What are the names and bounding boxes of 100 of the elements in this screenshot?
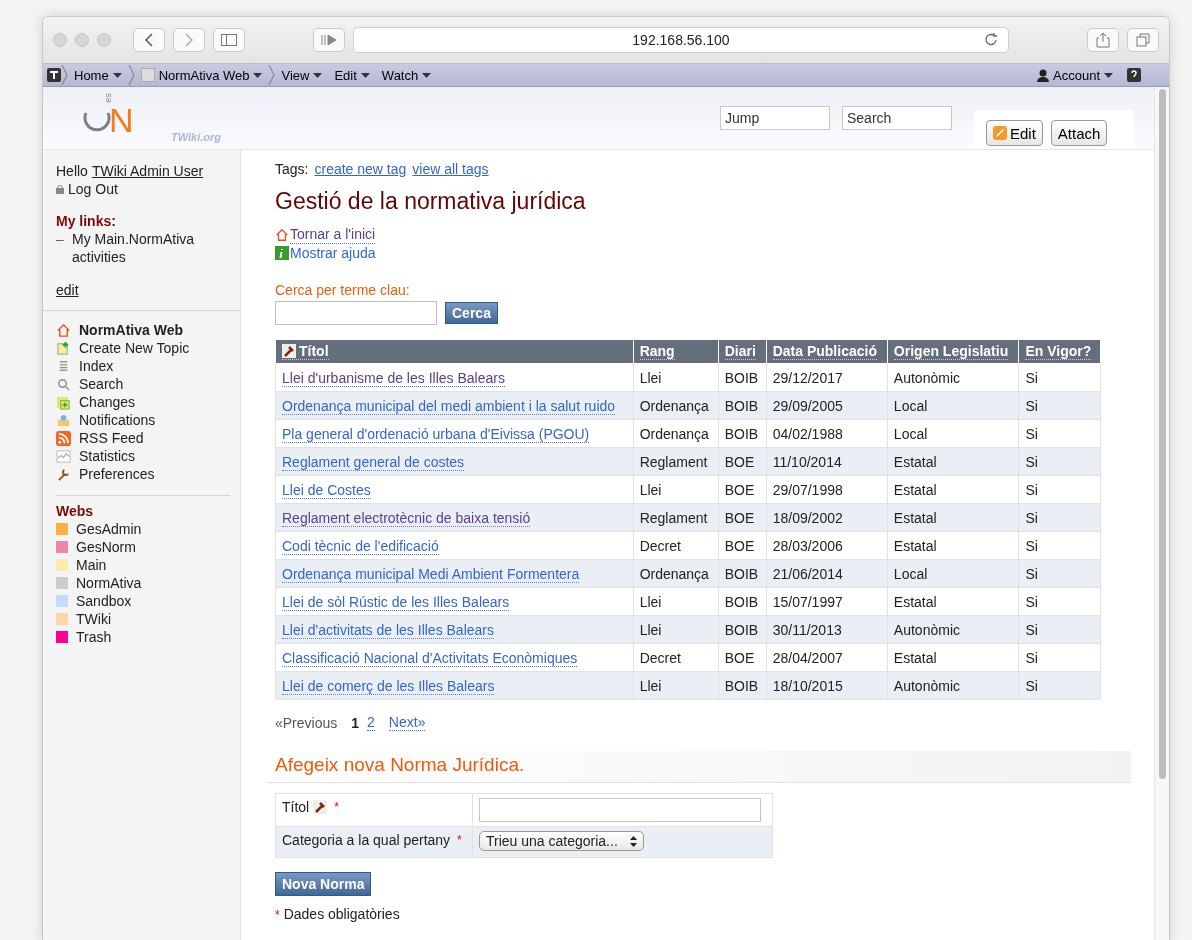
category-select[interactable]: Trieu una categoria... (479, 831, 644, 851)
page-link[interactable]: 2 (367, 714, 375, 731)
norm-link[interactable]: Llei de Costes (282, 481, 371, 499)
table-cell: 18/10/2015 (766, 671, 888, 700)
web-link[interactable]: GesNorm (56, 538, 230, 556)
norm-link[interactable]: Reglament electrotècnic de baixa tensió (282, 509, 531, 527)
menu-item[interactable]: View (275, 67, 329, 83)
breadcrumb-menu[interactable]: Home (68, 67, 128, 83)
reload-icon[interactable] (984, 32, 998, 47)
share-button[interactable] (1087, 28, 1119, 52)
web-link[interactable]: Trash (56, 628, 230, 646)
tag-link[interactable]: create new tag (314, 160, 407, 178)
title-field[interactable] (479, 798, 761, 822)
web-menu-link[interactable]: Create New Topic (56, 339, 230, 357)
address-bar[interactable]: 192.168.56.100 (353, 27, 1009, 53)
next-link[interactable]: Next» (388, 714, 426, 731)
user-link[interactable]: TWiki Admin User (91, 162, 204, 180)
activities-link[interactable]: My Main.NormAtiva activities (72, 230, 212, 266)
web-menu-link[interactable]: NormAtiva Web (56, 321, 230, 339)
table-cell: Estatal (887, 475, 1019, 504)
web-menu-link[interactable]: Changes (56, 393, 230, 411)
reader-button[interactable] (313, 28, 345, 52)
window-control[interactable] (53, 33, 67, 47)
help-icon[interactable] (1127, 68, 1141, 82)
caret-icon (253, 72, 263, 78)
norm-link[interactable]: Ordenança municipal del medi ambient i la salut ruido (282, 397, 616, 415)
column-header[interactable]: Origen Legislatiu (887, 339, 1019, 364)
search-button[interactable]: Cerca (445, 302, 498, 324)
table-cell: Si (1018, 643, 1101, 672)
web-menu-link[interactable]: Statistics (56, 447, 230, 465)
web-menu-link[interactable]: Notifications (56, 411, 230, 429)
web-icon (140, 68, 155, 82)
caret-icon (313, 72, 323, 78)
table-cell: Reglament (633, 447, 719, 476)
table-cell: Llei (633, 671, 719, 700)
label-text: Categoria a la qual pertany (282, 831, 451, 849)
web-link[interactable]: TWiki (56, 610, 230, 628)
column-header[interactable]: Data Publicació (766, 339, 888, 364)
norm-link[interactable]: Llei d'activitats de les Illes Balears (282, 621, 494, 639)
norm-link[interactable]: Llei d'urbanisme de les Illes Balears (282, 369, 505, 387)
web-link[interactable]: Main (56, 556, 230, 574)
label-text: Títol (282, 798, 310, 816)
table-cell: Estatal (887, 447, 1019, 476)
account-menu[interactable]: Account (1031, 67, 1119, 83)
logout-link[interactable]: Log Out (68, 180, 118, 198)
attach-button[interactable]: Attach (1050, 120, 1108, 146)
norm-link[interactable]: Ordenança municipal Medi Ambient Formentera (282, 565, 580, 583)
tabs-button[interactable] (1127, 28, 1159, 52)
column-header[interactable]: Diari (718, 339, 767, 364)
web-link[interactable]: GesAdmin (56, 520, 230, 538)
edit-link[interactable]: edit (56, 282, 79, 298)
back-button[interactable] (133, 28, 165, 52)
window-control[interactable] (97, 33, 111, 47)
table-cell: Si (1018, 671, 1101, 700)
table-cell: Si (1018, 503, 1101, 532)
web-menu-link[interactable]: Preferences (56, 465, 230, 483)
web-link[interactable]: Sandbox (56, 592, 230, 610)
edit-button[interactable]: Edit (986, 120, 1043, 146)
chevron-icon (127, 65, 135, 85)
forward-icon (185, 33, 193, 47)
column-header[interactable]: En Vigor? (1018, 339, 1101, 364)
new-norm-button[interactable]: Nova Norma (275, 872, 372, 896)
scrollbar[interactable] (1154, 87, 1169, 940)
menu-item[interactable]: Watch (375, 67, 438, 83)
norm-link[interactable]: Codi tècnic de l'edificació (282, 537, 439, 555)
norm-link[interactable]: Llei de sòl Rústic de les Illes Balears (282, 593, 510, 611)
tabs-icon (1136, 33, 1150, 47)
table-cell: Autonòmic (887, 671, 1019, 700)
norm-link[interactable]: Llei de comerç de les Illes Balears (282, 677, 495, 695)
table-cell: Llei (633, 475, 719, 504)
web-menu-link[interactable]: RSS Feed (56, 429, 230, 447)
rss-icon (56, 430, 71, 446)
search-field[interactable]: Search (842, 106, 952, 130)
web-link[interactable]: NormAtiva (56, 574, 230, 592)
gavel-icon (282, 344, 296, 358)
tag-link[interactable]: view all tags (412, 160, 489, 178)
gavel-icon (313, 800, 328, 814)
house-icon (56, 322, 71, 338)
page-link[interactable]: 1 (351, 714, 360, 731)
nav-link[interactable]: Mostrar ajuda (290, 244, 376, 262)
keyword-field[interactable] (275, 301, 437, 325)
web-menu-link[interactable]: Search (56, 375, 230, 393)
forward-button[interactable] (173, 28, 205, 52)
greeting-text: Hello (56, 162, 88, 180)
web-menu-link[interactable]: Index (56, 357, 230, 375)
norm-link[interactable]: Reglament general de costes (282, 453, 465, 471)
window-control[interactable] (75, 33, 89, 47)
changes-icon (56, 394, 71, 410)
jump-field[interactable]: Jump (720, 106, 830, 130)
column-header[interactable]: Títol (275, 339, 634, 364)
caret-icon (1104, 72, 1113, 78)
menu-item[interactable]: Edit (328, 67, 376, 83)
norm-link[interactable]: Classificació Nacional d'Activitats Econòmiques (282, 649, 578, 667)
table-cell: Si (1018, 587, 1101, 616)
caret-icon (112, 72, 122, 78)
column-header[interactable]: Rang (633, 339, 719, 364)
breadcrumb-menu[interactable]: NormAtiva Web (134, 67, 269, 83)
sidebar-button[interactable] (213, 28, 245, 52)
nav-link[interactable]: Tornar a l'inici (290, 225, 376, 244)
norm-link[interactable]: Pla general d'ordenació urbana d'Eivissa (PGOU) (282, 425, 590, 443)
